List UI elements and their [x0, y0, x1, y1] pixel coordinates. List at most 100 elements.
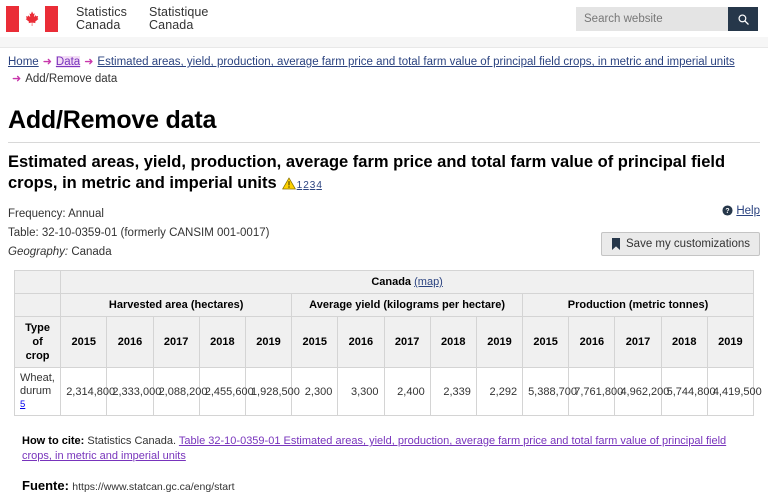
breadcrumb-arrow-icon: ➜	[43, 56, 52, 68]
breadcrumb-home[interactable]: Home	[8, 56, 39, 68]
header-divider	[0, 37, 768, 48]
breadcrumb: Home ➜ Data ➜ Estimated areas, yield, produc…	[0, 48, 768, 92]
page-title: Add/Remove data	[8, 106, 760, 143]
data-cell-3: 2,455,600	[199, 368, 245, 416]
breadcrumb-dataset[interactable]: Estimated areas, yield, production, aver…	[97, 56, 734, 68]
data-cell-1: 2,333,000	[107, 368, 153, 416]
data-cell-13: 5,744,800	[661, 368, 707, 416]
data-cell-11: 7,761,800	[569, 368, 615, 416]
save-customizations-button[interactable]: Save my customizations	[601, 232, 760, 256]
table-header-row-geo: Canada (map)	[15, 271, 754, 294]
table-header-row-years: Type of crop 201520162017201820192015201…	[15, 317, 754, 368]
help-circle-icon: ?	[722, 205, 733, 216]
bookmark-icon	[611, 238, 621, 250]
subtitle-footnote-2[interactable]: 2	[303, 180, 309, 191]
geo-header-label: Canada	[371, 276, 411, 288]
data-cell-4: 1,928,500	[245, 368, 291, 416]
flag-bar-left	[6, 6, 19, 32]
fuente-row: Fuente: https://www.statcan.gc.ca/eng/st…	[8, 478, 760, 493]
year-header-2-2018: 2018	[661, 317, 707, 368]
flag-bar-right	[45, 6, 58, 32]
breadcrumb-data[interactable]: Data	[56, 56, 80, 68]
data-cell-10: 5,388,700	[523, 368, 569, 416]
breadcrumb-current: Add/Remove data	[25, 73, 117, 85]
wordmarks: Statistics Canada Statistique Canada	[76, 6, 208, 32]
frequency-label: Frequency:	[8, 208, 66, 220]
crop-name-cell: Wheat, durum5	[15, 368, 61, 416]
group-header-2: Production (metric tonnes)	[523, 294, 754, 317]
warning-triangle-icon	[282, 177, 296, 190]
table-label: Table:	[8, 227, 39, 239]
year-header-0-2015: 2015	[61, 317, 107, 368]
group-header-1: Average yield (kilograms per hectare)	[292, 294, 523, 317]
crop-name: Wheat, durum	[20, 372, 55, 397]
wordmark-en-line2: Canada	[76, 19, 127, 32]
search-input[interactable]	[576, 7, 728, 31]
subtitle-footnote-4[interactable]: 4	[316, 180, 322, 191]
fuente-label: Fuente:	[22, 478, 69, 493]
canada-flag-icon	[6, 6, 58, 32]
year-header-1-2018: 2018	[430, 317, 476, 368]
help-link[interactable]: ? Help	[722, 205, 760, 217]
data-cell-12: 4,962,200	[615, 368, 661, 416]
year-header-1-2019: 2019	[476, 317, 522, 368]
breadcrumb-arrow-icon-2: ➜	[84, 56, 93, 68]
type-of-crop-header: Type of crop	[15, 317, 61, 368]
table-head: Canada (map) Harvested area (hectares)Av…	[15, 271, 754, 368]
dataset-subtitle-text: Estimated areas, yield, production, aver…	[8, 153, 725, 192]
year-header-1-2016: 2016	[338, 317, 384, 368]
table-row: Wheat, durum52,314,8002,333,0002,088,200…	[15, 368, 754, 416]
year-header-0-2019: 2019	[245, 317, 291, 368]
svg-text:?: ?	[726, 208, 730, 215]
year-header-2-2019: 2019	[707, 317, 753, 368]
year-header-1-2015: 2015	[292, 317, 338, 368]
data-table-container: Canada (map) Harvested area (hectares)Av…	[8, 262, 760, 416]
save-button-label: Save my customizations	[626, 238, 750, 250]
subtitle-footnote-1[interactable]: 1	[297, 180, 303, 191]
frequency-value: Annual	[68, 208, 104, 220]
data-cell-2: 2,088,200	[153, 368, 199, 416]
year-header-1-2017: 2017	[384, 317, 430, 368]
year-header-2-2017: 2017	[615, 317, 661, 368]
data-cell-6: 3,300	[338, 368, 384, 416]
how-to-cite: How to cite: Statistics Canada. Table 32…	[8, 434, 760, 464]
corner-cell-groups	[15, 294, 61, 317]
wordmark-en-line1: Statistics	[76, 5, 127, 19]
search-box	[576, 7, 758, 31]
data-cell-7: 2,400	[384, 368, 430, 416]
year-header-2-2016: 2016	[569, 317, 615, 368]
group-header-0: Harvested area (hectares)	[61, 294, 292, 317]
corner-cell-blank	[15, 271, 61, 294]
geo-header-cell: Canada (map)	[61, 271, 754, 294]
year-header-0-2017: 2017	[153, 317, 199, 368]
breadcrumb-arrow-icon-3: ➜	[12, 73, 21, 85]
site-header: Statistics Canada Statistique Canada	[0, 0, 768, 37]
cite-label: How to cite:	[22, 435, 84, 447]
wordmark-fr-line1: Statistique	[149, 5, 208, 19]
data-cell-9: 2,292	[476, 368, 522, 416]
crops-data-table: Canada (map) Harvested area (hectares)Av…	[14, 270, 754, 416]
table-header-row-groups: Harvested area (hectares)Average yield (…	[15, 294, 754, 317]
help-label: Help	[736, 205, 760, 217]
maple-leaf-icon	[24, 10, 41, 27]
wordmark-fr-line2: Canada	[149, 19, 208, 32]
wordmark-english: Statistics Canada	[76, 6, 127, 32]
dataset-subtitle: Estimated areas, yield, production, aver…	[8, 152, 748, 196]
data-cell-0: 2,314,800	[61, 368, 107, 416]
wordmark-french: Statistique Canada	[149, 6, 208, 32]
geography-label: Geography:	[8, 246, 68, 258]
search-icon	[737, 13, 750, 26]
crop-footnote-link[interactable]: 5	[20, 398, 55, 411]
table-value: 32-10-0359-01 (formerly CANSIM 001-0017)	[42, 227, 270, 239]
right-controls: ? Help Save my customizations	[601, 203, 760, 256]
data-cell-14: 4,419,500	[707, 368, 753, 416]
geography-value: Canada	[71, 246, 111, 258]
subtitle-footnote-3[interactable]: 3	[310, 180, 316, 191]
search-button[interactable]	[728, 7, 758, 31]
flag-center	[19, 6, 45, 32]
year-header-0-2016: 2016	[107, 317, 153, 368]
subtitle-footnote-links: 1234	[297, 180, 323, 191]
data-cell-8: 2,339	[430, 368, 476, 416]
table-body: Wheat, durum52,314,8002,333,0002,088,200…	[15, 368, 754, 416]
map-link[interactable]: (map)	[414, 276, 443, 288]
